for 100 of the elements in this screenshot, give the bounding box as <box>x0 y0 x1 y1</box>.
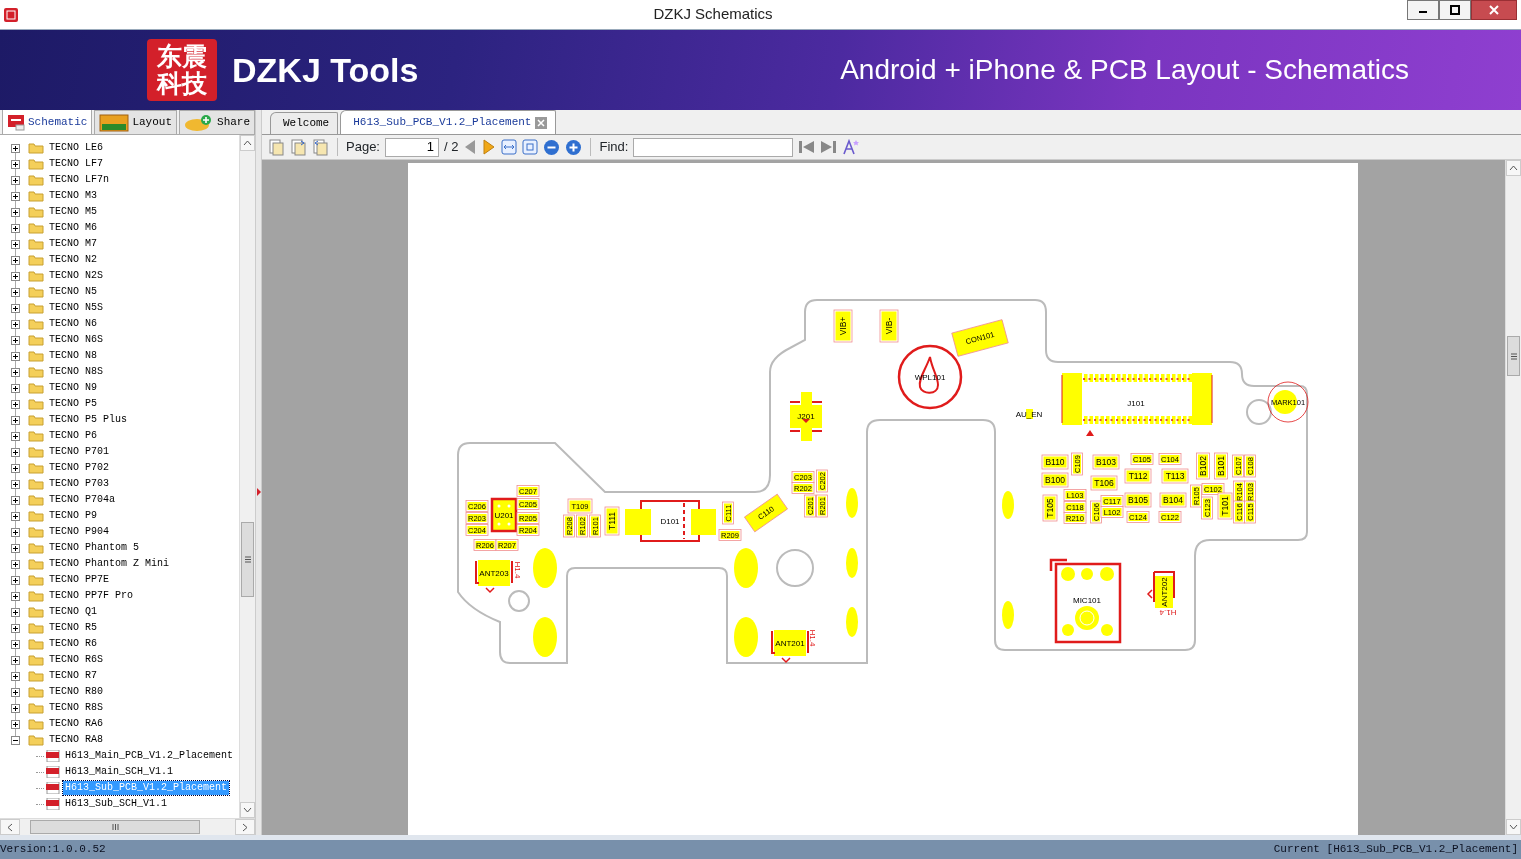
expand-icon[interactable] <box>11 239 20 249</box>
tree-item[interactable]: TECNO PP7E <box>47 573 111 587</box>
tree-item[interactable]: TECNO R7 <box>47 669 99 683</box>
find-previous-icon[interactable] <box>798 139 816 155</box>
tree-item[interactable]: TECNO R80 <box>47 685 105 699</box>
tree-item[interactable]: TECNO RA6 <box>47 717 105 731</box>
expand-icon[interactable] <box>11 287 20 297</box>
tree-item[interactable]: TECNO N2 <box>47 253 99 267</box>
tree-item[interactable]: TECNO R6S <box>47 653 105 667</box>
expand-icon[interactable] <box>11 175 20 185</box>
expand-icon[interactable] <box>11 383 20 393</box>
tree-item[interactable]: TECNO N5S <box>47 301 105 315</box>
scroll-up-icon[interactable] <box>1509 165 1518 171</box>
scroll-down-icon[interactable] <box>1509 824 1518 830</box>
panel-tab[interactable]: Layout <box>94 110 178 134</box>
expand-icon[interactable] <box>11 399 20 409</box>
tree-item[interactable]: TECNO P9 <box>47 509 99 523</box>
tree-item[interactable]: TECNO N8 <box>47 349 99 363</box>
zoom-out-icon[interactable] <box>543 138 561 156</box>
expand-icon[interactable] <box>11 303 20 313</box>
tree-item[interactable]: TECNO P6 <box>47 429 99 443</box>
vertical-scrollbar[interactable] <box>239 135 255 818</box>
scroll-down-icon[interactable] <box>243 807 252 813</box>
tree-item[interactable]: TECNO PP7F Pro <box>47 589 135 603</box>
collapse-arrow-icon[interactable] <box>257 488 261 496</box>
expand-icon[interactable] <box>11 671 20 681</box>
expand-icon[interactable] <box>11 367 20 377</box>
expand-icon[interactable] <box>11 703 20 713</box>
tree-item[interactable]: TECNO R5 <box>47 621 99 635</box>
page-input[interactable]: 1 <box>385 137 439 157</box>
scroll-thumb[interactable] <box>1507 336 1520 376</box>
expand-icon[interactable] <box>11 191 20 201</box>
scroll-thumb[interactable] <box>30 820 200 834</box>
tree-item[interactable]: TECNO M6 <box>47 221 99 235</box>
expand-icon[interactable] <box>11 335 20 345</box>
tree-item[interactable]: TECNO M7 <box>47 237 99 251</box>
find-input[interactable] <box>633 137 794 157</box>
tree-item[interactable]: TECNO P704a <box>47 493 117 507</box>
tree-item[interactable]: H613_Sub_SCH_V1.1 <box>63 797 170 811</box>
expand-icon[interactable] <box>11 687 20 697</box>
tree-item[interactable]: TECNO Q1 <box>47 605 99 619</box>
horizontal-scrollbar[interactable] <box>0 818 255 835</box>
scroll-right-icon[interactable] <box>242 822 248 832</box>
zoom-in-icon[interactable] <box>565 138 583 156</box>
expand-icon[interactable] <box>11 575 20 585</box>
tree-item[interactable]: TECNO R8S <box>47 701 105 715</box>
scroll-up-icon[interactable] <box>243 140 252 146</box>
expand-icon[interactable] <box>11 431 20 441</box>
close-tab-icon[interactable] <box>535 116 548 129</box>
tree-item[interactable]: TECNO N9 <box>47 381 99 395</box>
tree-item[interactable]: TECNO Phantom Z Mini <box>47 557 172 571</box>
tree-item[interactable]: TECNO Phantom 5 <box>47 541 141 555</box>
fit-page-icon[interactable] <box>522 139 539 155</box>
expand-icon[interactable] <box>11 447 20 457</box>
tree-item[interactable]: TECNO N8S <box>47 365 105 379</box>
tree-item[interactable]: TECNO LE6 <box>47 141 105 155</box>
close-button[interactable] <box>1471 0 1517 20</box>
expand-icon[interactable] <box>11 463 20 473</box>
tree-item[interactable]: H613_Main_PCB_V1.2_Placement <box>63 749 236 763</box>
tree-item[interactable]: TECNO M3 <box>47 189 99 203</box>
tree-item[interactable]: TECNO N5 <box>47 285 99 299</box>
fit-width-icon[interactable] <box>501 139 518 155</box>
tree-item[interactable]: TECNO P702 <box>47 461 111 475</box>
minimize-button[interactable] <box>1407 0 1439 20</box>
tree-item[interactable]: TECNO R6 <box>47 637 99 651</box>
export-page-icon[interactable] <box>290 138 307 156</box>
expand-icon[interactable] <box>11 479 20 489</box>
tree-item[interactable]: TECNO LF7 <box>47 157 105 171</box>
tree-item[interactable]: TECNO N2S <box>47 269 105 283</box>
vertical-scrollbar[interactable] <box>1505 160 1521 835</box>
expand-icon[interactable] <box>11 639 20 649</box>
next-page-icon[interactable] <box>482 139 497 155</box>
expand-icon[interactable] <box>11 495 20 505</box>
import-page-icon[interactable] <box>312 138 329 156</box>
expand-icon[interactable] <box>11 255 20 265</box>
scroll-thumb[interactable] <box>241 522 254 598</box>
expand-icon[interactable] <box>11 559 20 569</box>
collapse-icon[interactable] <box>11 735 20 745</box>
tree-item[interactable]: H613_Main_SCH_V1.1 <box>63 765 176 779</box>
expand-icon[interactable] <box>11 415 20 425</box>
maximize-button[interactable] <box>1439 0 1471 20</box>
expand-icon[interactable] <box>11 159 20 169</box>
scroll-left-icon[interactable] <box>7 822 13 832</box>
expand-icon[interactable] <box>11 351 20 361</box>
expand-icon[interactable] <box>11 719 20 729</box>
expand-icon[interactable] <box>11 591 20 601</box>
expand-icon[interactable] <box>11 271 20 281</box>
tree-item[interactable]: TECNO P5 <box>47 397 99 411</box>
expand-icon[interactable] <box>11 223 20 233</box>
panel-tab[interactable]: Share <box>179 110 256 134</box>
find-next-icon[interactable] <box>820 139 838 155</box>
expand-icon[interactable] <box>11 543 20 553</box>
expand-icon[interactable] <box>11 655 20 665</box>
expand-icon[interactable] <box>11 319 20 329</box>
expand-icon[interactable] <box>11 143 20 153</box>
highlight-icon[interactable] <box>842 139 860 155</box>
tree-item[interactable]: TECNO P5 Plus <box>47 413 129 427</box>
tree-item[interactable]: TECNO N6S <box>47 333 105 347</box>
expand-icon[interactable] <box>11 623 20 633</box>
tree-item[interactable]: TECNO P701 <box>47 445 111 459</box>
